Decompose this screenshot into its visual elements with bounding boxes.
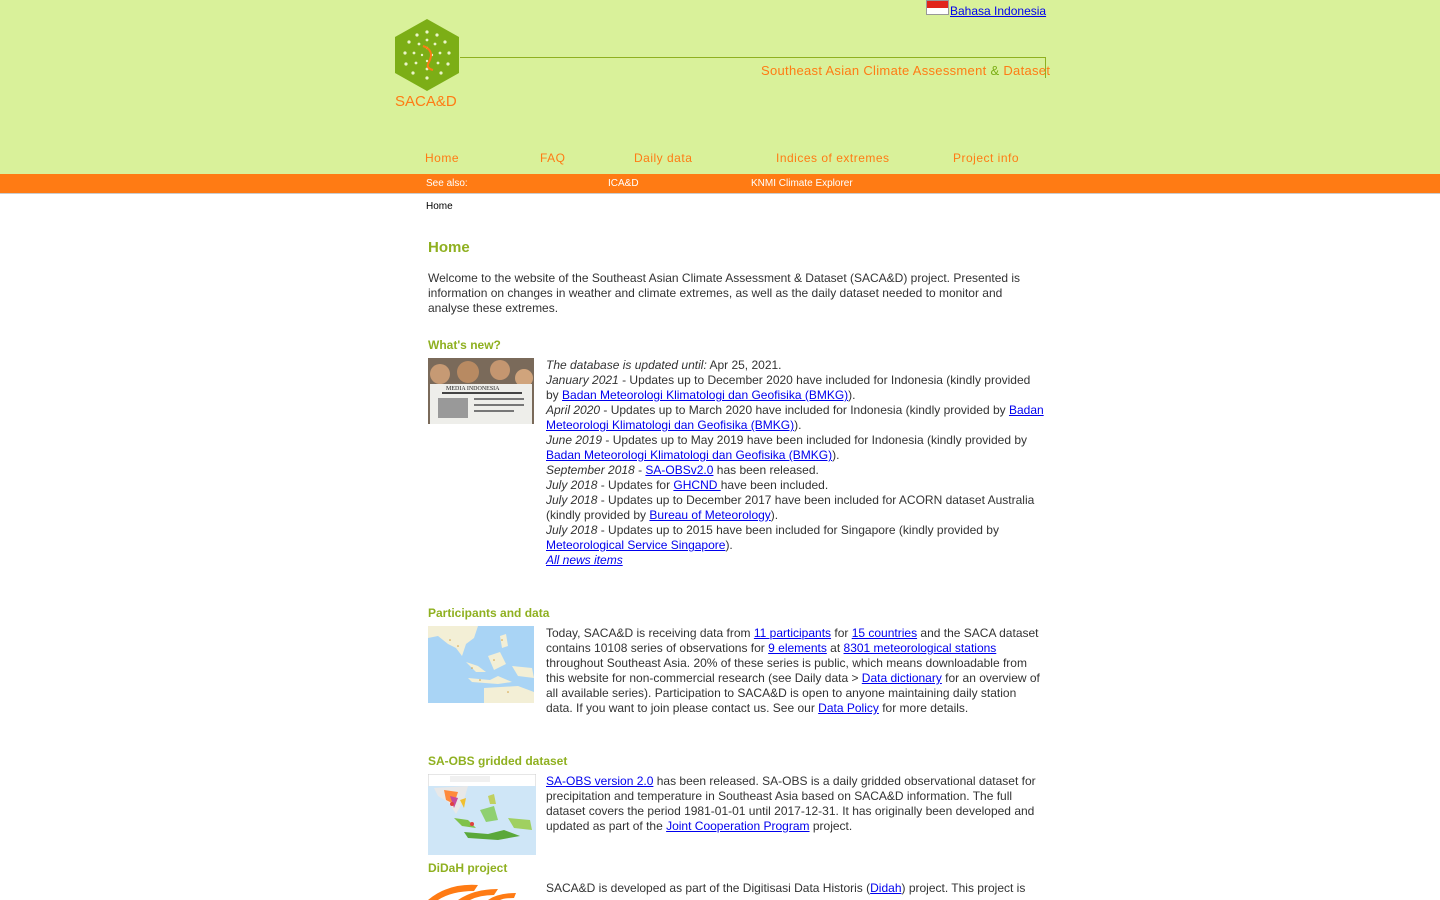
whats-new-heading: What's new? bbox=[428, 338, 501, 352]
sa-obs-heading: SA-OBS gridded dataset bbox=[428, 754, 568, 768]
news-item: January 2021 - Updates up to December 20… bbox=[546, 373, 1031, 402]
nav-home[interactable]: Home bbox=[425, 151, 459, 165]
bmkg-link[interactable]: Badan Meteorologi Klimatologi dan Geofis… bbox=[546, 448, 832, 462]
news-item: September 2018 - SA-OBSv2.0 has been rel… bbox=[546, 463, 819, 477]
all-news-link[interactable]: All news items bbox=[546, 553, 623, 567]
data-dictionary-link[interactable]: Data dictionary bbox=[862, 671, 942, 685]
subnav-icad-link[interactable]: ICA&D bbox=[608, 178, 639, 189]
site-tagline: Southeast Asian Climate Assessment & Dat… bbox=[761, 63, 1051, 78]
header-band bbox=[0, 0, 1440, 174]
logo-text: SACA&D bbox=[395, 93, 457, 110]
breadcrumb[interactable]: Home bbox=[426, 201, 453, 212]
countries-link[interactable]: 15 countries bbox=[852, 626, 917, 640]
page-title: Home bbox=[428, 239, 470, 256]
didah-logo[interactable] bbox=[428, 881, 518, 900]
stations-link[interactable]: 8301 meteorological stations bbox=[844, 641, 997, 655]
indonesia-flag-icon[interactable] bbox=[926, 0, 949, 15]
news-item: July 2018 - Updates for GHCND have been … bbox=[546, 478, 829, 492]
nav-project-info[interactable]: Project info bbox=[953, 151, 1019, 165]
participants-link[interactable]: 11 participants bbox=[754, 626, 831, 640]
database-updated: The database is updated until: Apr 25, 2… bbox=[546, 358, 782, 372]
station-map-image[interactable] bbox=[428, 626, 534, 703]
ghcnd-link[interactable]: GHCND bbox=[673, 478, 720, 492]
sa-obs-text: SA-OBS version 2.0 has been released. SA… bbox=[546, 774, 1036, 833]
didah-text: SACA&D is developed as part of the Digit… bbox=[546, 881, 1026, 895]
didah-heading: DiDaH project bbox=[428, 861, 508, 875]
data-policy-link[interactable]: Data Policy bbox=[818, 701, 879, 715]
sa-obs-link[interactable]: SA-OBSv2.0 bbox=[645, 463, 713, 477]
participants-heading: Participants and data bbox=[428, 606, 550, 620]
didah-link[interactable]: Didah bbox=[870, 881, 901, 895]
bom-link[interactable]: Bureau of Meteorology bbox=[649, 508, 770, 522]
news-item: July 2018 - Updates up to December 2017 … bbox=[546, 493, 1035, 522]
sa-obs-version-link[interactable]: SA-OBS version 2.0 bbox=[546, 774, 653, 788]
news-item: July 2018 - Updates up to 2015 have been… bbox=[546, 523, 999, 552]
news-list: The database is updated until: Apr 25, 2… bbox=[546, 358, 1046, 568]
elements-link[interactable]: 9 elements bbox=[768, 641, 827, 655]
newspaper-image: MEDIA INDONESIA bbox=[428, 358, 534, 424]
subnav-bar bbox=[0, 174, 1440, 193]
nav-daily-data[interactable]: Daily data bbox=[634, 151, 692, 165]
newspaper-title: MEDIA INDONESIA bbox=[446, 386, 500, 392]
participants-text: Today, SACA&D is receiving data from 11 … bbox=[546, 626, 1040, 715]
subnav-climate-explorer-link[interactable]: KNMI Climate Explorer bbox=[751, 178, 853, 189]
see-also-label: See also: bbox=[426, 178, 468, 189]
saca-logo[interactable]: SACA&D bbox=[393, 18, 461, 110]
nav-indices-of-extremes[interactable]: Indices of extremes bbox=[776, 151, 890, 165]
news-item: April 2020 - Updates up to March 2020 ha… bbox=[546, 403, 1044, 432]
language-link[interactable]: Bahasa Indonesia bbox=[950, 4, 1046, 18]
divider bbox=[0, 193, 1440, 194]
nav-faq[interactable]: FAQ bbox=[540, 151, 566, 165]
sa-obs-map-image[interactable] bbox=[428, 774, 536, 855]
joint-cooperation-link[interactable]: Joint Cooperation Program bbox=[666, 819, 809, 833]
intro-text: Welcome to the website of the Southeast … bbox=[428, 271, 1021, 315]
news-item: June 2019 - Updates up to May 2019 have … bbox=[546, 433, 1027, 462]
mss-link[interactable]: Meteorological Service Singapore bbox=[546, 538, 725, 552]
bmkg-link[interactable]: Badan Meteorologi Klimatologi dan Geofis… bbox=[562, 388, 848, 402]
